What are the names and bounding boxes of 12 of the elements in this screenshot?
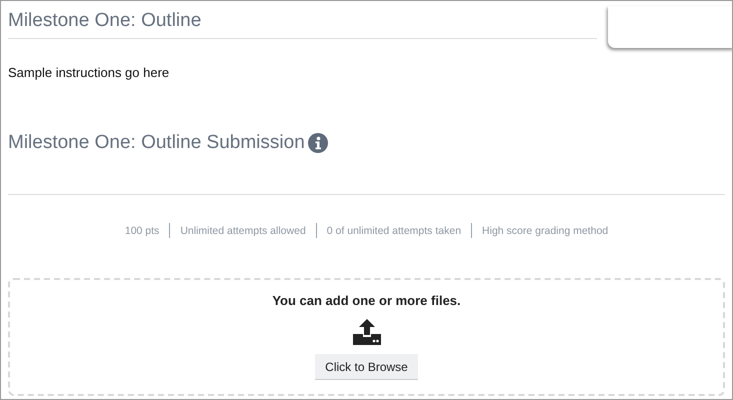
meta-text: High score grading method: [482, 224, 608, 236]
file-dropzone[interactable]: You can add one or more files. Click to Browse: [8, 278, 725, 396]
page-title: Milestone One: Outline: [8, 9, 202, 33]
browse-button[interactable]: Click to Browse: [315, 354, 418, 380]
meta-text: Unlimited attempts allowed: [180, 224, 306, 236]
submission-heading: Milestone One: Outline Submission: [8, 131, 305, 155]
meta-text: 100 pts: [124, 224, 160, 236]
meta-text: 0 of unlimited attempts taken: [326, 224, 462, 236]
dropzone-message: You can add one or more files.: [272, 293, 461, 308]
instructions-text: Sample instructions go here: [8, 65, 170, 81]
upload-icon: [352, 319, 380, 345]
info-icon[interactable]: [308, 133, 328, 153]
